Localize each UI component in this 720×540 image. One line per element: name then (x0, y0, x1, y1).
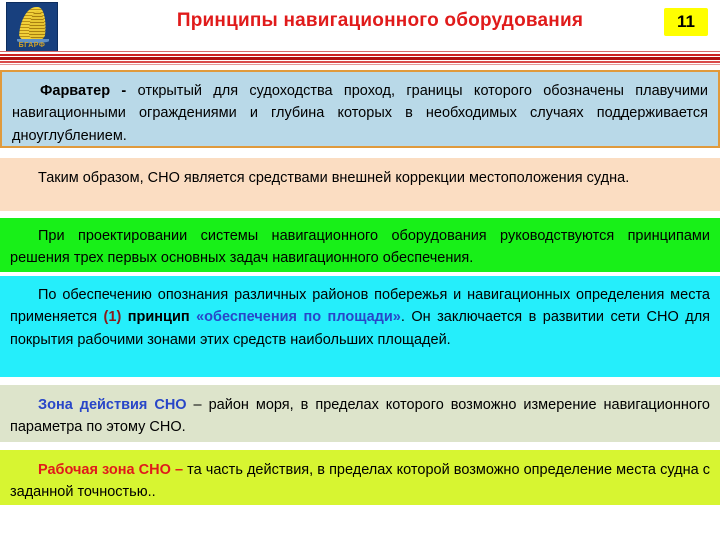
design-principles-paragraph: При проектировании системы навигационног… (10, 228, 710, 267)
coverage-zone-block: Зона действия СНО – район моря, в предел… (0, 385, 720, 442)
divider-rule-2 (0, 54, 720, 56)
conclusion-block: Таким образом, СНО является средствами в… (0, 158, 720, 211)
slide-header: БГАРФ Принципы навигационного оборудован… (0, 0, 720, 52)
divider-rule-4 (0, 61, 720, 63)
area-principle-block: По обеспечению опознания различных район… (0, 276, 720, 377)
academy-logo: БГАРФ (6, 2, 58, 52)
fairway-term: Фарватер - (40, 83, 127, 99)
working-zone-term: Рабочая зона СНО – (38, 462, 184, 478)
spacer-5 (0, 442, 720, 450)
divider-rule-5 (0, 64, 720, 65)
spacer-2 (0, 211, 720, 218)
coverage-zone-term: Зона действия СНО (38, 397, 187, 413)
fairway-paragraph: Фарватер - открытый для судоходства прох… (12, 80, 708, 147)
divider-rule-1 (0, 51, 720, 52)
design-principles-block: При проектировании системы навигационног… (0, 218, 720, 272)
page-title: Принципы навигационного оборудования (176, 10, 584, 31)
spacer-4 (0, 377, 720, 385)
area-text-part2: принцип (121, 309, 197, 326)
header-divider (0, 49, 720, 68)
coverage-zone-paragraph: Зона действия СНО – район моря, в предел… (10, 394, 710, 439)
slide-content: Фарватер - открытый для судоходства прох… (0, 70, 720, 505)
area-principle-name: «обеспечения по площади» (196, 309, 401, 326)
fairway-definition-block: Фарватер - открытый для судоходства прох… (0, 70, 720, 148)
sail-secondary-icon (29, 11, 45, 40)
spacer-1 (0, 148, 720, 158)
conclusion-paragraph: Таким образом, СНО является средствами в… (38, 170, 630, 186)
slide: БГАРФ Принципы навигационного оборудован… (0, 0, 720, 540)
working-zone-block: Рабочая зона СНО – та часть действия, в … (0, 450, 720, 505)
divider-rule-3 (0, 57, 720, 60)
page-number-badge: 11 (664, 8, 708, 36)
working-zone-paragraph: Рабочая зона СНО – та часть действия, в … (10, 459, 710, 504)
logo-label: БГАРФ (18, 42, 46, 49)
area-principle-marker: (1) (103, 309, 122, 326)
area-principle-paragraph: По обеспечению опознания различных район… (10, 284, 710, 351)
